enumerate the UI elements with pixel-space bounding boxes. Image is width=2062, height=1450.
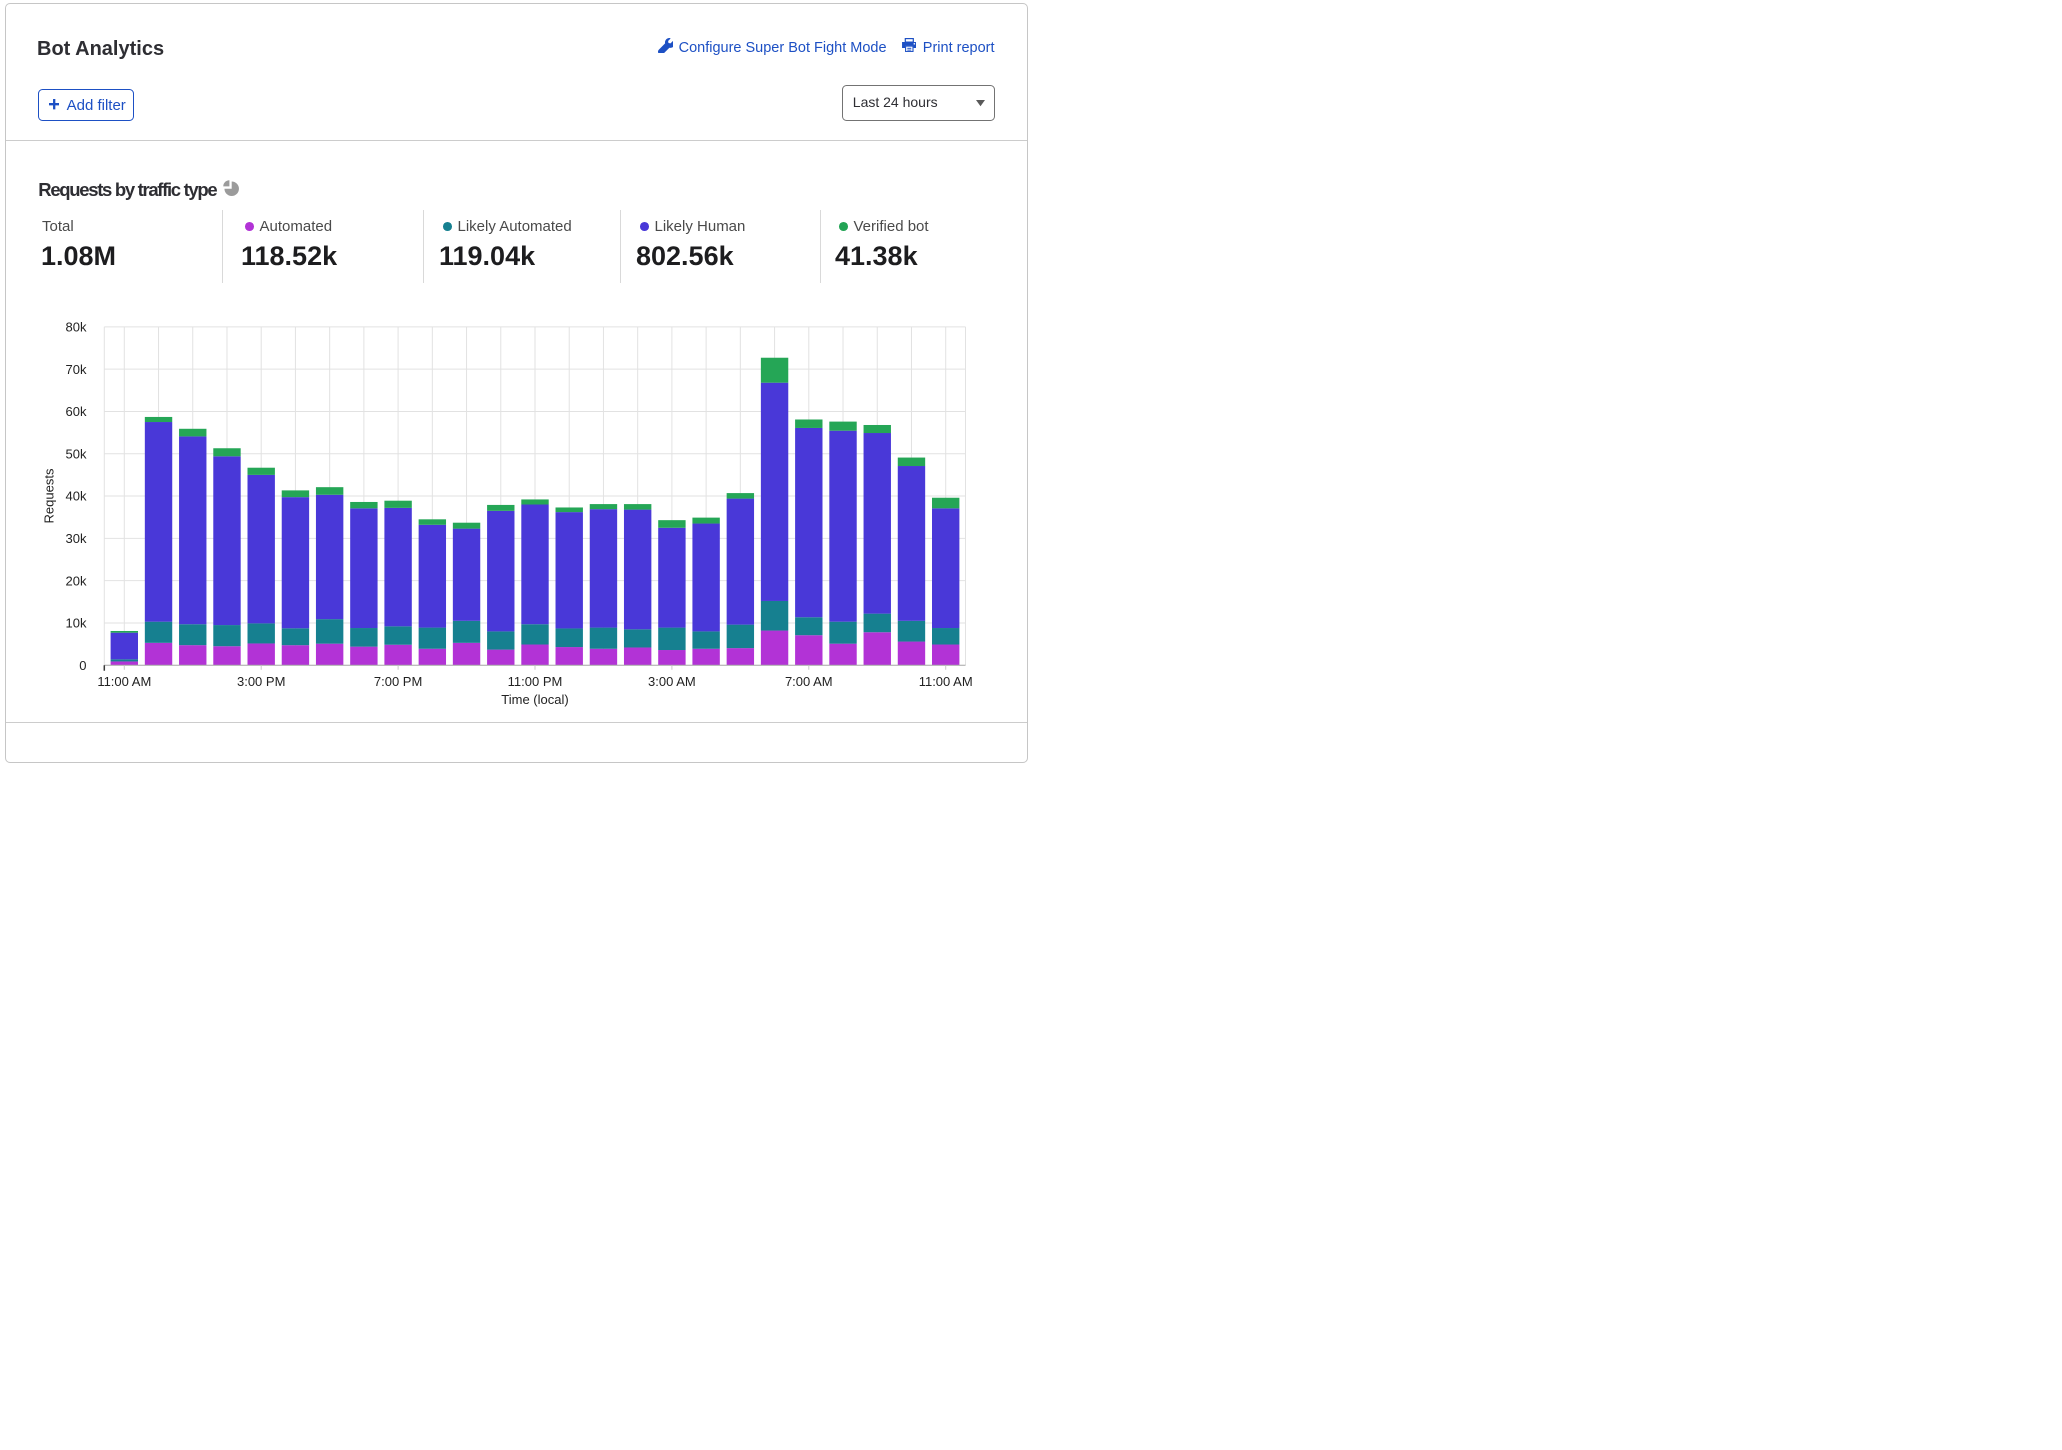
svg-text:3:00 PM: 3:00 PM <box>237 674 285 689</box>
svg-text:20k: 20k <box>66 573 87 588</box>
svg-text:50k: 50k <box>66 446 87 461</box>
svg-text:7:00 AM: 7:00 AM <box>785 674 833 689</box>
svg-text:30k: 30k <box>66 531 87 546</box>
svg-text:11:00 AM: 11:00 AM <box>97 674 151 689</box>
svg-text:0: 0 <box>79 658 86 673</box>
svg-text:70k: 70k <box>66 362 87 377</box>
svg-text:40k: 40k <box>66 489 87 504</box>
svg-text:7:00 PM: 7:00 PM <box>374 674 422 689</box>
svg-text:Requests: Requests <box>42 468 57 523</box>
svg-text:11:00 AM: 11:00 AM <box>919 674 973 689</box>
svg-text:60k: 60k <box>66 404 87 419</box>
svg-text:Time (local): Time (local) <box>501 692 568 707</box>
svg-text:10k: 10k <box>66 616 87 631</box>
svg-text:80k: 80k <box>66 319 87 334</box>
svg-text:3:00 AM: 3:00 AM <box>648 674 696 689</box>
svg-text:11:00 PM: 11:00 PM <box>508 674 563 689</box>
